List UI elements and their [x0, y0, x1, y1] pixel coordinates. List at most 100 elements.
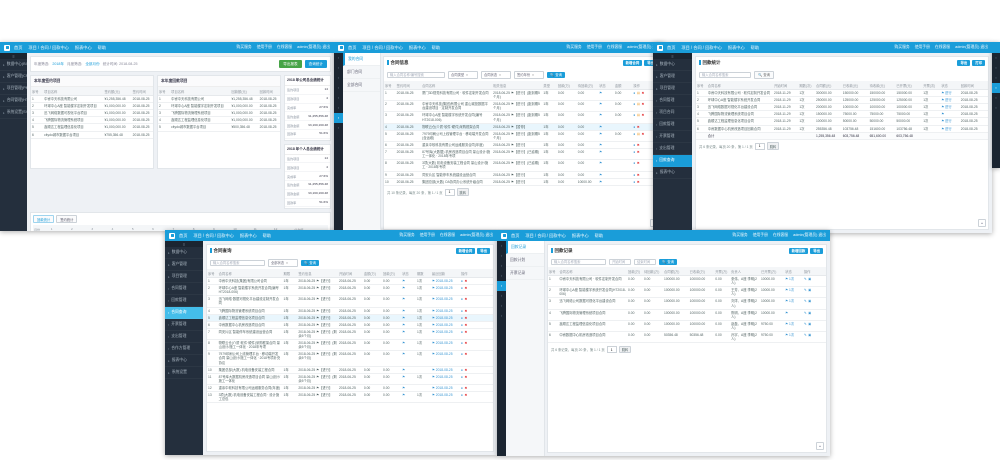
- rail-icon[interactable]: [992, 53, 1000, 63]
- user-icon[interactable]: [461, 279, 463, 283]
- date-to-input[interactable]: [634, 259, 656, 266]
- delete-icon[interactable]: [465, 386, 468, 390]
- table-row[interactable]: 2环球中心A座 智能楼宇系统开发合同(编号 HT2018-006)1年2018-…: [207, 285, 493, 296]
- sidebar-item[interactable]: 报表中心: [165, 355, 203, 367]
- nav-user-menu-item[interactable]: 在线客服: [607, 45, 622, 50]
- rail-icon[interactable]: [992, 93, 1000, 103]
- sidebar-item[interactable]: 系统设置: [165, 367, 203, 379]
- nav-menu-item[interactable]: 项目 / 合同 / 回款中心: [193, 233, 233, 239]
- table-row[interactable]: 7同安片区 智能停车系统建设运营合同1年2018-06-25 ⚑【进行】(剩余5…: [207, 328, 493, 339]
- nav-menu-item[interactable]: 首页: [348, 45, 356, 51]
- table-row[interactable]: 22018-06-25中睿中天科技(集团)有限公司 重山城投数据平台建设项目 ·…: [384, 101, 660, 112]
- print-icon[interactable]: [637, 113, 640, 117]
- file-icon[interactable]: [808, 322, 811, 326]
- sidebar-item[interactable]: 项目管理(PM): [0, 83, 27, 95]
- delete-icon[interactable]: [637, 173, 640, 177]
- status-filter-select[interactable]: 全部状态▾: [268, 259, 298, 268]
- nav-menu-item[interactable]: 首页: [511, 233, 519, 239]
- header-action-button[interactable]: 新增回款: [789, 248, 809, 255]
- rail-icon[interactable]: [992, 83, 1000, 93]
- nav-menu-item[interactable]: 帮助: [98, 45, 106, 51]
- file-icon[interactable]: [808, 299, 811, 303]
- table-row[interactable]: 1中睿中天科技有限公司 · 软件定制开发合同2018-11-291次300000…: [696, 90, 988, 97]
- filter-part[interactable]: 月度筛选:: [67, 62, 82, 67]
- user-icon[interactable]: [461, 316, 463, 320]
- rail-icon[interactable]: [334, 73, 343, 83]
- user-icon[interactable]: [633, 113, 635, 117]
- file-icon[interactable]: [808, 288, 811, 292]
- delete-icon[interactable]: [637, 180, 640, 184]
- table-row[interactable]: 4飞腾国际物流管理系统项目合同1年2018-06-25 ⚑【进行】2018-06…: [207, 307, 493, 314]
- delete-icon[interactable]: [465, 323, 468, 327]
- nav-menu-item[interactable]: 报表中心: [572, 233, 589, 239]
- rail-icon[interactable]: [334, 113, 343, 123]
- nav-menu-item[interactable]: 报表中心: [728, 45, 745, 51]
- table-row[interactable]: 5鑫顺达工程监理信息化项目¥1,000,000.002018-08-25: [31, 124, 153, 131]
- delete-icon[interactable]: [465, 341, 468, 345]
- delete-icon[interactable]: [637, 125, 640, 129]
- nav-menu-item[interactable]: 报表中心: [75, 45, 92, 51]
- edit-icon[interactable]: [804, 299, 807, 303]
- rail-icon[interactable]: [497, 301, 506, 311]
- filter-part[interactable]: 年度筛选:: [34, 62, 49, 67]
- rail-icon[interactable]: [497, 281, 506, 291]
- nav-user-menu-item[interactable]: 购买服务: [567, 45, 582, 50]
- nav-menu-item[interactable]: 帮助: [595, 233, 603, 239]
- app-logo-icon[interactable]: [4, 45, 10, 51]
- page-jump-button[interactable]: 跳转: [767, 142, 779, 150]
- delete-icon[interactable]: [637, 150, 640, 154]
- user-icon[interactable]: [633, 102, 635, 106]
- back-to-top-button[interactable]: ▴: [978, 219, 986, 227]
- nav-user-menu-item[interactable]: 购买服务: [237, 45, 252, 50]
- sidebar-item[interactable]: 回款查询: [653, 155, 692, 167]
- sidebar-item[interactable]: 客户管理: [165, 259, 203, 271]
- rail-icon[interactable]: [334, 123, 343, 133]
- back-to-top-button[interactable]: ▴: [816, 442, 824, 450]
- table-row[interactable]: 97979印刷公司上线管理平台 · 移动端开发合同 量山设计/施工一体化 · 2…: [207, 351, 493, 366]
- filter-select[interactable]: 合同状态▾: [481, 71, 511, 80]
- search-input[interactable]: [210, 260, 265, 267]
- table-row[interactable]: 3迅飞网络·数据可视化平台建设定制开发合同1年2018-06-25 ⚑【进行】2…: [207, 296, 493, 307]
- edit-icon[interactable]: [804, 288, 807, 292]
- table-row[interactable]: 4飞腾国际物流管理系统项目合同0.000.00100000.00100000.0…: [548, 309, 826, 320]
- delete-icon[interactable]: [465, 352, 468, 356]
- rail-icon[interactable]: [497, 241, 506, 251]
- app-logo-icon[interactable]: [501, 233, 507, 239]
- user-icon[interactable]: [461, 297, 463, 301]
- header-action-button[interactable]: 导出: [957, 60, 970, 67]
- user-icon[interactable]: [633, 91, 635, 95]
- user-icon[interactable]: [633, 150, 635, 154]
- sidebar-item[interactable]: 合同管理(HT): [0, 95, 27, 107]
- search-button[interactable]: 🔍查询: [301, 260, 319, 267]
- header-action-button[interactable]: 导出: [810, 248, 823, 255]
- search-input[interactable]: [387, 72, 445, 79]
- secondary-menu-item[interactable]: 我的合同: [343, 53, 380, 66]
- nav-user-menu-item[interactable]: admin(管理员) 退出: [955, 45, 988, 50]
- page-jump-input[interactable]: [607, 346, 617, 353]
- table-row[interactable]: 3迅飞网络数据可视化平台项目¥1,000,000.002018-08-25: [31, 110, 153, 117]
- filter-part[interactable]: 统计时间: 2018-08-25: [103, 62, 138, 67]
- nav-user-menu-item[interactable]: 使用手册: [420, 233, 435, 238]
- delete-icon[interactable]: [465, 309, 468, 313]
- nav-menu-item[interactable]: 帮助: [751, 45, 759, 51]
- sidebar-item[interactable]: 合作方管理: [165, 343, 203, 355]
- nav-user-menu-item[interactable]: 使用手册: [587, 45, 602, 50]
- header-action-button[interactable]: 新增合同: [623, 60, 643, 67]
- delete-icon[interactable]: [465, 286, 468, 290]
- table-row[interactable]: 92018-06-25同安片区 智能停车系统建设运营合同2018-06-25 ⚑…: [384, 171, 660, 178]
- user-icon[interactable]: [633, 161, 635, 165]
- nav-menu-item[interactable]: 项目 / 合同 / 回款中心: [525, 233, 565, 239]
- page-jump-input[interactable]: [445, 189, 455, 196]
- nav-menu-item[interactable]: 帮助: [263, 233, 271, 239]
- sidebar-item[interactable]: 合同管理: [165, 283, 203, 295]
- table-row[interactable]: 5鑫顺达工程监理信息化项目合同0.000.00100000.00100000.0…: [548, 320, 826, 331]
- table-row[interactable]: 102018-06-25集团总部(大数) OA协同办公系统升级合同2018-06…: [384, 178, 660, 185]
- table-row[interactable]: 4飞腾国际物流管理系统项目合同2018-11-291次150000.007500…: [696, 111, 988, 118]
- sidebar-item[interactable]: 数据中心: [165, 247, 203, 259]
- search-button[interactable]: 🔍查询: [754, 71, 774, 80]
- nav-menu-item[interactable]: 首页: [179, 233, 187, 239]
- table-row[interactable]: 1中睿中天科技有限公司 · 软件定制开发合同0.000.00100000.001…: [548, 276, 826, 287]
- file-icon[interactable]: [808, 277, 811, 281]
- secondary-menu-item[interactable]: 回款计划: [506, 254, 544, 267]
- sidebar-item[interactable]: 数据中心(BI): [0, 59, 27, 71]
